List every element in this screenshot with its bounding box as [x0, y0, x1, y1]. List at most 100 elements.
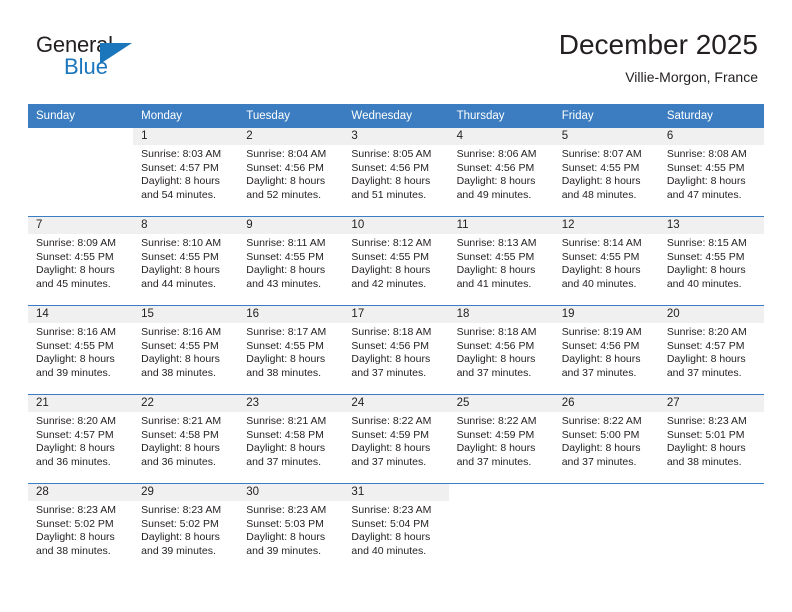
daylight-text-line1: Daylight: 8 hours: [666, 264, 746, 277]
calendar-day-cell[interactable]: 1 Sunrise: 8:03 AM Sunset: 4:57 PM Daylight…: [133, 128, 239, 217]
daylight-text-line2: and 43 minutes.: [246, 277, 321, 290]
sunset-text: Sunset: 4:55 PM: [246, 339, 324, 352]
sunrise-text: Sunrise: 8:03 AM: [141, 148, 222, 160]
calendar-day-cell[interactable]: 20 Sunrise: 8:20 AM Sunset: 4:57 PM Dayligh…: [658, 305, 764, 395]
calendar-week-row: 7 Sunrise: 8:09 AM Sunset: 4:55 PM Daylight…: [28, 216, 764, 306]
day-number: 28: [28, 484, 134, 501]
sunset-text: Sunset: 4:57 PM: [141, 161, 219, 174]
calendar-day-cell[interactable]: 22 Sunrise: 8:21 AM Sunset: 4:58 PM Dayligh…: [133, 394, 239, 484]
calendar-day-cell[interactable]: 27 Sunrise: 8:23 AM Sunset: 5:01 PM Dayligh…: [658, 394, 764, 484]
calendar-day-cell[interactable]: 25 Sunrise: 8:22 AM Sunset: 4:59 PM Dayligh…: [448, 394, 554, 484]
weekday-header-saturday: Saturday: [658, 104, 764, 128]
calendar-cell-empty: [448, 483, 554, 572]
day-number: 11: [448, 217, 554, 234]
calendar-day-cell[interactable]: 9 Sunrise: 8:11 AM Sunset: 4:55 PM Daylight…: [238, 216, 344, 306]
sunset-text: Sunset: 5:00 PM: [561, 428, 640, 441]
daylight-text-line1: Daylight: 8 hours: [36, 531, 115, 544]
calendar-day-cell[interactable]: 21 Sunrise: 8:20 AM Sunset: 4:57 PM Dayligh…: [28, 394, 134, 484]
day-details: Sunrise: 8:23 AM Sunset: 5:02 PM Daylight:…: [28, 501, 133, 558]
calendar-day-cell[interactable]: 4 Sunrise: 8:06 AM Sunset: 4:56 PM Daylight…: [448, 128, 554, 217]
daylight-text-line1: Daylight: 8 hours: [141, 175, 220, 188]
calendar-table: Sunday Monday Tuesday Wednesday Thursday Frid…: [28, 104, 764, 572]
calendar-day-cell[interactable]: 16 Sunrise: 8:17 AM Sunset: 4:55 PM Dayligh…: [238, 305, 344, 395]
sunrise-text: Sunrise: 8:21 AM: [141, 415, 222, 427]
calendar-day-cell[interactable]: 17 Sunrise: 8:18 AM Sunset: 4:56 PM Dayligh…: [343, 305, 449, 395]
calendar-day-cell[interactable]: 2 Sunrise: 8:04 AM Sunset: 4:56 PM Daylight…: [238, 128, 344, 217]
daylight-text-line1: Daylight: 8 hours: [141, 264, 220, 277]
calendar-day-cell[interactable]: 3 Sunrise: 8:05 AM Sunset: 4:56 PM Daylight…: [343, 128, 449, 217]
calendar-day-cell[interactable]: 5 Sunrise: 8:07 AM Sunset: 4:55 PM Daylight…: [553, 128, 659, 217]
day-details: Sunrise: 8:05 AM Sunset: 4:56 PM Daylight:…: [343, 145, 448, 202]
sunrise-text: Sunrise: 8:23 AM: [141, 504, 222, 516]
sunset-text: Sunset: 4:58 PM: [246, 428, 324, 441]
sunset-text: Sunset: 4:55 PM: [36, 339, 114, 352]
calendar-day-cell[interactable]: 31 Sunrise: 8:23 AM Sunset: 5:04 PM Dayligh…: [343, 483, 449, 572]
daylight-text-line2: and 36 minutes.: [141, 455, 216, 468]
daylight-text-line2: and 37 minutes.: [561, 366, 637, 379]
calendar-page: General Blue December 2025 Villie-Morgon…: [0, 0, 792, 612]
daylight-text-line1: Daylight: 8 hours: [561, 442, 641, 455]
day-details: Sunrise: 8:07 AM Sunset: 4:55 PM Daylight:…: [554, 145, 659, 202]
day-number: 13: [658, 217, 764, 234]
sunset-text: Sunset: 5:01 PM: [666, 428, 745, 441]
sunrise-text: Sunrise: 8:23 AM: [246, 504, 327, 516]
calendar-day-cell[interactable]: 24 Sunrise: 8:22 AM Sunset: 4:59 PM Dayligh…: [343, 394, 449, 484]
calendar-day-cell[interactable]: 10 Sunrise: 8:12 AM Sunset: 4:55 PM Dayligh…: [343, 216, 449, 306]
calendar-day-cell[interactable]: 29 Sunrise: 8:23 AM Sunset: 5:02 PM Dayligh…: [133, 483, 239, 572]
daylight-text-line1: Daylight: 8 hours: [246, 442, 326, 455]
day-cell-body: 21 Sunrise: 8:20 AM Sunset: 4:57 PM Dayligh…: [28, 395, 134, 483]
sunset-text: Sunset: 5:03 PM: [246, 517, 324, 530]
daylight-text-line2: and 45 minutes.: [36, 277, 111, 290]
calendar-day-cell[interactable]: 13 Sunrise: 8:15 AM Sunset: 4:55 PM Dayligh…: [658, 216, 764, 306]
calendar-day-cell[interactable]: 26 Sunrise: 8:22 AM Sunset: 5:00 PM Dayligh…: [553, 394, 659, 484]
calendar-day-cell[interactable]: 8 Sunrise: 8:10 AM Sunset: 4:55 PM Daylight…: [133, 216, 239, 306]
calendar-day-cell[interactable]: 6 Sunrise: 8:08 AM Sunset: 4:55 PM Daylight…: [658, 128, 764, 217]
day-cell-body: 23 Sunrise: 8:21 AM Sunset: 4:58 PM Dayligh…: [238, 395, 344, 483]
weekday-header-monday: Monday: [133, 104, 239, 128]
day-number: 3: [343, 128, 449, 145]
calendar-day-cell[interactable]: 12 Sunrise: 8:14 AM Sunset: 4:55 PM Dayligh…: [553, 216, 659, 306]
day-details: Sunrise: 8:06 AM Sunset: 4:56 PM Daylight:…: [449, 145, 554, 202]
sunrise-text: Sunrise: 8:16 AM: [36, 326, 116, 338]
day-details: Sunrise: 8:22 AM Sunset: 4:59 PM Daylight:…: [449, 412, 554, 469]
sunrise-text: Sunrise: 8:20 AM: [666, 326, 747, 338]
sunrise-text: Sunrise: 8:19 AM: [561, 326, 642, 338]
calendar-day-cell[interactable]: 30 Sunrise: 8:23 AM Sunset: 5:03 PM Dayligh…: [238, 483, 344, 572]
day-number: 15: [133, 306, 239, 323]
calendar-body: 1 Sunrise: 8:03 AM Sunset: 4:57 PM Daylight…: [28, 128, 764, 572]
sunset-text: Sunset: 4:55 PM: [561, 250, 640, 263]
calendar-day-cell[interactable]: 7 Sunrise: 8:09 AM Sunset: 4:55 PM Daylight…: [28, 216, 134, 306]
day-details: Sunrise: 8:20 AM Sunset: 4:57 PM Daylight:…: [659, 323, 764, 380]
calendar-day-cell[interactable]: 18 Sunrise: 8:18 AM Sunset: 4:56 PM Dayligh…: [448, 305, 554, 395]
day-cell-body: 17 Sunrise: 8:18 AM Sunset: 4:56 PM Dayligh…: [343, 306, 449, 394]
calendar-day-cell[interactable]: 11 Sunrise: 8:13 AM Sunset: 4:55 PM Dayligh…: [448, 216, 554, 306]
calendar-day-cell[interactable]: 28 Sunrise: 8:23 AM Sunset: 5:02 PM Dayligh…: [28, 483, 134, 572]
day-details: Sunrise: 8:19 AM Sunset: 4:56 PM Daylight:…: [554, 323, 659, 380]
sunrise-text: Sunrise: 8:17 AM: [246, 326, 327, 338]
calendar-day-cell[interactable]: 14 Sunrise: 8:16 AM Sunset: 4:55 PM Dayligh…: [28, 305, 134, 395]
day-details: Sunrise: 8:08 AM Sunset: 4:55 PM Daylight:…: [659, 145, 764, 202]
day-cell-body: 11 Sunrise: 8:13 AM Sunset: 4:55 PM Dayligh…: [448, 217, 554, 305]
sunrise-text: Sunrise: 8:22 AM: [561, 415, 642, 427]
day-number: 12: [553, 217, 659, 234]
day-details: Sunrise: 8:09 AM Sunset: 4:55 PM Daylight:…: [28, 234, 133, 291]
daylight-text-line2: and 37 minutes.: [246, 455, 321, 468]
page-header: General Blue December 2025 Villie-Morgon…: [28, 28, 764, 96]
calendar-day-cell[interactable]: 23 Sunrise: 8:21 AM Sunset: 4:58 PM Dayligh…: [238, 394, 344, 484]
daylight-text-line2: and 51 minutes.: [351, 188, 427, 201]
calendar-day-cell[interactable]: 19 Sunrise: 8:19 AM Sunset: 4:56 PM Dayligh…: [553, 305, 659, 395]
logo-text-blue: Blue: [64, 54, 109, 79]
sunrise-text: Sunrise: 8:23 AM: [666, 415, 747, 427]
general-blue-logo[interactable]: General Blue: [36, 32, 216, 90]
day-number: 16: [238, 306, 344, 323]
calendar-day-cell[interactable]: 15 Sunrise: 8:16 AM Sunset: 4:55 PM Dayligh…: [133, 305, 239, 395]
day-details: Sunrise: 8:23 AM Sunset: 5:04 PM Daylight:…: [343, 501, 448, 558]
day-cell-body: 16 Sunrise: 8:17 AM Sunset: 4:55 PM Dayligh…: [238, 306, 344, 394]
calendar-header-row: Sunday Monday Tuesday Wednesday Thursday Frid…: [28, 104, 764, 128]
sunrise-text: Sunrise: 8:23 AM: [351, 504, 432, 516]
empty-day-placeholder: [658, 484, 764, 572]
day-cell-body: 12 Sunrise: 8:14 AM Sunset: 4:55 PM Dayligh…: [553, 217, 659, 305]
calendar-cell-empty: [553, 483, 659, 572]
page-subtitle: Villie-Morgon, France: [625, 69, 758, 85]
day-details: Sunrise: 8:15 AM Sunset: 4:55 PM Daylight:…: [659, 234, 764, 291]
